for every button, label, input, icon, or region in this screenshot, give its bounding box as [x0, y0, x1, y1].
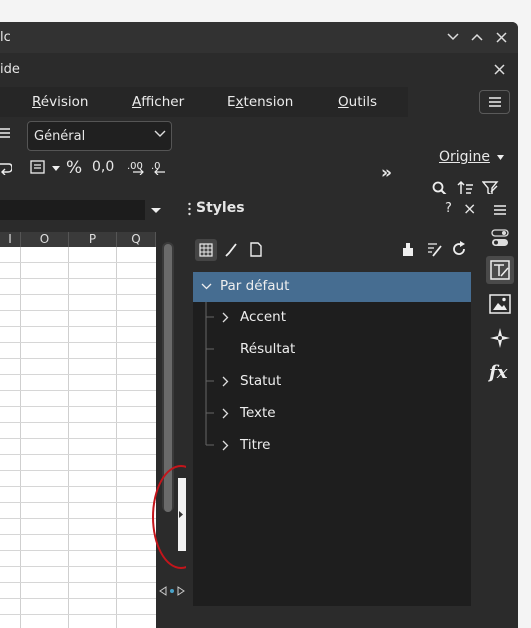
column-header[interactable]: I [0, 232, 21, 247]
name-box[interactable] [0, 200, 145, 220]
menu-tabs: Révision Afficher Extension Outils [0, 87, 408, 117]
column-headers: I O P Q [0, 232, 156, 247]
navigator-icon[interactable] [486, 324, 514, 352]
sidebar-menu-icon[interactable] [486, 196, 514, 224]
panel-title: Styles [196, 200, 245, 216]
remove-decimal-icon[interactable]: .0 [151, 159, 169, 175]
add-decimal-icon[interactable]: .00 [127, 159, 145, 175]
column-header[interactable]: O [21, 232, 69, 247]
currency-dropdown-icon[interactable] [52, 166, 60, 171]
tree-item-statut[interactable]: Statut [240, 373, 281, 389]
svg-text:.0: .0 [151, 161, 161, 172]
document-bar: ide [0, 53, 518, 85]
chevron-right-icon[interactable] [222, 408, 229, 419]
menu-button[interactable] [479, 90, 510, 114]
chevron-right-icon[interactable] [222, 440, 229, 451]
functions-icon[interactable]: fx [486, 358, 514, 386]
tree-item-resultat[interactable]: Résultat [240, 341, 295, 357]
number-format-select[interactable]: Général [27, 121, 172, 151]
name-box-dropdown-icon[interactable] [150, 200, 168, 220]
refresh-icon[interactable] [451, 241, 467, 257]
close-window-icon[interactable] [490, 26, 512, 48]
new-style-icon[interactable] [426, 241, 442, 257]
help-button[interactable]: ? [445, 201, 452, 216]
sidebar-deck: fx [483, 194, 518, 606]
page-styles-icon[interactable] [250, 242, 262, 257]
tree-item-titre[interactable]: Titre [240, 437, 270, 453]
tab-outils[interactable]: Outils [338, 94, 377, 110]
document-title: ide [0, 62, 20, 77]
tab-revision[interactable]: Révision [32, 94, 88, 110]
chevron-right-icon[interactable] [222, 376, 229, 387]
column-header[interactable]: P [69, 232, 117, 247]
paragraph-brush-icon[interactable] [224, 243, 238, 257]
chevron-down-icon [154, 130, 166, 137]
tree-item-root[interactable]: Par défaut [193, 272, 471, 302]
more-tools-button[interactable]: » [381, 163, 392, 183]
spreadsheet-grid[interactable] [0, 247, 156, 628]
tab-extension[interactable]: Extension [227, 94, 293, 110]
gallery-icon[interactable] [486, 290, 514, 318]
chevron-down-icon [201, 283, 212, 290]
tree-item-texte[interactable]: Texte [240, 405, 276, 421]
column-header[interactable]: Q [117, 232, 156, 247]
styles-tree: Par défaut Accent Résultat Statut Texte … [193, 272, 471, 606]
chevron-right-icon[interactable] [222, 312, 229, 323]
hamburger-icon [488, 97, 501, 107]
drag-handle-icon[interactable] [188, 202, 191, 216]
tab-afficher[interactable]: Afficher [132, 94, 184, 110]
origin-button[interactable]: Origine [439, 149, 490, 165]
decimal-button[interactable]: 0,0 [92, 159, 114, 175]
window-title: lc [0, 30, 11, 45]
cell-styles-icon[interactable] [195, 239, 217, 261]
svg-text:fx: fx [488, 362, 508, 383]
panel-close-button[interactable]: × [463, 199, 476, 218]
properties-toggle-icon[interactable] [486, 224, 514, 252]
app-window: lc ide Révision Afficher Extension Outil… [0, 22, 518, 628]
fill-format-icon[interactable] [401, 242, 415, 257]
minimize-chevron-icon[interactable] [442, 26, 464, 48]
percent-button[interactable]: % [66, 158, 82, 178]
number-format-value: Général [34, 129, 86, 144]
close-document-icon[interactable] [489, 59, 509, 79]
maximize-chevron-icon[interactable] [466, 26, 488, 48]
currency-format-icon[interactable] [30, 159, 46, 175]
title-bar: lc [0, 22, 518, 53]
align-icon[interactable] [0, 127, 10, 139]
wrap-icon[interactable] [0, 161, 12, 175]
vertical-scrollbar[interactable] [158, 232, 185, 628]
styles-deck-icon[interactable] [486, 256, 514, 284]
tree-item-accent[interactable]: Accent [240, 309, 286, 325]
origin-dropdown-icon[interactable] [497, 155, 504, 160]
tree-root-label: Par défaut [220, 278, 290, 294]
